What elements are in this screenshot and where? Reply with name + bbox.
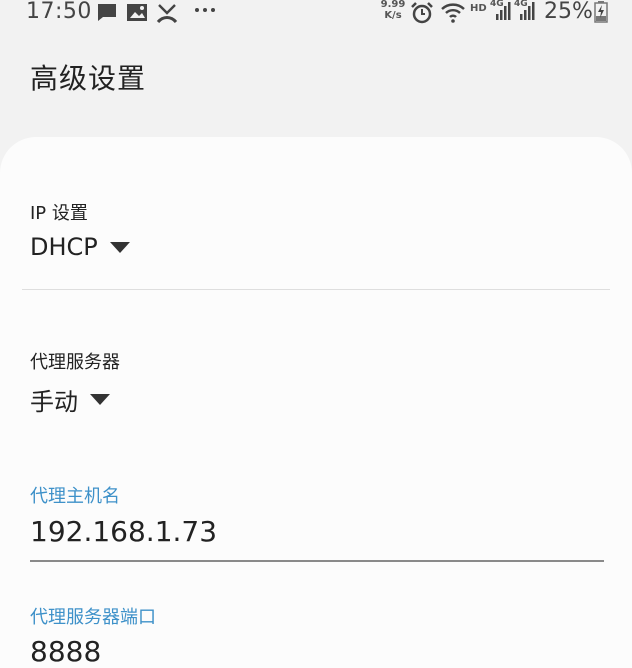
hd-label: HD (470, 3, 487, 14)
battery-charging-icon (594, 1, 608, 27)
proxy-value: 手动 (30, 387, 78, 416)
proxy-port-label: 代理服务器端口 (30, 607, 156, 628)
proxy-label: 代理服务器 (30, 352, 120, 373)
proxy-hostname-label: 代理主机名 (30, 486, 120, 507)
network-speed: 9.99 K/s (378, 0, 408, 21)
network-speed-value: 9.99 (380, 0, 406, 10)
battery-percent: 25% (544, 0, 593, 24)
status-time: 17:50 (26, 0, 92, 24)
message-icon (96, 2, 118, 28)
divider (22, 289, 610, 290)
dropdown-arrow-icon (90, 393, 110, 405)
ip-settings-dropdown[interactable]: DHCP (30, 229, 130, 265)
gallery-icon (126, 2, 148, 28)
status-bar: 17:50 9.99 K/s HD 4G 4G 25% (0, 0, 632, 26)
alarm-icon (410, 2, 434, 28)
network-speed-unit: K/s (384, 10, 402, 21)
proxy-dropdown[interactable]: 手动 (30, 381, 110, 417)
ip-settings-label: IP 设置 (30, 203, 88, 224)
dropdown-arrow-icon (109, 241, 130, 253)
page-title: 高级设置 (30, 62, 147, 95)
ip-settings-value: DHCP (30, 233, 98, 261)
proxy-port-input[interactable] (30, 631, 604, 668)
more-notifications-icon (194, 0, 218, 24)
missed-call-icon (156, 2, 178, 28)
wifi-icon (440, 2, 466, 28)
proxy-hostname-underline (30, 560, 604, 562)
proxy-hostname-input[interactable] (30, 511, 604, 551)
settings-card: IP 设置 DHCP 代理服务器 手动 代理主机名 代理服务器端口 (0, 137, 632, 668)
